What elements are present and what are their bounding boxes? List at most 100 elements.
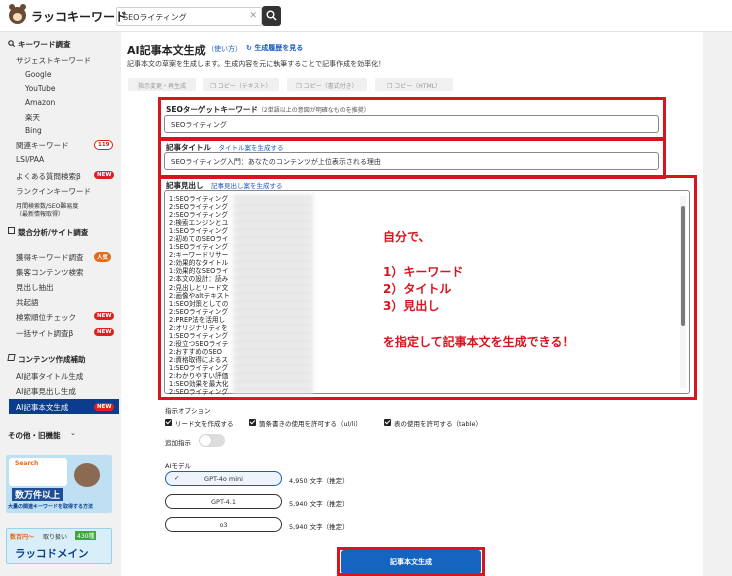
title-generate-link[interactable]: タイトル案を生成する xyxy=(219,144,284,152)
table-checkbox[interactable] xyxy=(384,419,391,426)
heading-line: 1:SEOライティング xyxy=(169,331,228,340)
section-other[interactable]: その他・旧機能 xyxy=(8,430,61,441)
page-margin xyxy=(703,32,732,576)
copy-html-button[interactable]: ❐ コピー（HTML） xyxy=(375,78,453,91)
annotation-heading: 3）見出し xyxy=(383,299,440,313)
sidebar-item-bulk[interactable]: 一括サイト調査β xyxy=(16,328,73,339)
heading-line: 2:おすすめのSEO xyxy=(169,347,222,356)
lead-checkbox[interactable] xyxy=(165,419,172,426)
sidebar-item-ai-heading[interactable]: AI記事見出し生成 xyxy=(16,386,76,397)
section-keyword-research: キーワード調査 xyxy=(18,40,71,49)
sidebar-item-amazon[interactable]: Amazon xyxy=(25,98,55,107)
sidebar-item-traffic[interactable]: 集客コンテンツ検索 xyxy=(16,267,84,278)
check-icon: ✓ xyxy=(174,474,180,482)
chevron-down-icon[interactable]: ⌄ xyxy=(70,429,76,437)
sidebar-item-google[interactable]: Google xyxy=(25,70,51,79)
sidebar-item-heading-extract[interactable]: 見出し抽出 xyxy=(16,282,54,293)
rakko-logo-icon[interactable] xyxy=(9,4,26,24)
heading-line: 1:SEOライティング xyxy=(169,243,228,252)
sidebar-item-bing[interactable]: Bing xyxy=(25,126,42,135)
banner-search-text: Search xyxy=(15,460,39,467)
model-gpt41[interactable]: GPT-4.1 xyxy=(165,494,282,509)
scrollbar-thumb[interactable] xyxy=(681,206,685,326)
regenerate-button[interactable]: 指示変更・再生成 xyxy=(128,78,196,91)
heading-line: 1:SEO効果を最大化 xyxy=(169,380,229,389)
sidebar-item-related[interactable]: 関連キーワード xyxy=(16,140,69,151)
keyword-label: SEOターゲットキーワード（2単語以上の意図が明確なものを推奨） xyxy=(166,105,370,114)
heading-line: 2:効果的なタイトル xyxy=(169,259,229,268)
annotation-title: 2）タイトル xyxy=(383,282,452,296)
sidebar-item-ai-body-label: AI記事本文生成 xyxy=(16,403,69,412)
popular-badge: 人気 xyxy=(94,252,112,262)
heading-lines: 1:SEOライティング 2:SEOライティング 2:SEOライティング 2:検索エンジ… xyxy=(169,195,233,396)
page-title: AI記事本文生成 xyxy=(127,44,206,57)
related-count-badge: 119 xyxy=(94,140,114,150)
banner-caption: 大量の関連キーワードを取得する方法 xyxy=(8,504,94,510)
extra-toggle[interactable] xyxy=(199,434,225,447)
heading-line: 2:初めてのSEOライ xyxy=(169,235,229,244)
generate-button[interactable]: 記事本文生成 xyxy=(341,550,481,574)
copy-text-button[interactable]: ❐ コピー（テキスト） xyxy=(203,78,279,91)
new-badge: NEW xyxy=(94,312,115,320)
heading-line: 2:わかりやすい評価 xyxy=(169,372,229,381)
new-badge: NEW xyxy=(94,328,115,336)
usage-link[interactable]: （使い方） xyxy=(207,44,242,54)
blurred-text xyxy=(233,195,313,395)
heading-line: 2:SEOライティング xyxy=(169,211,228,220)
scrollbar[interactable] xyxy=(680,196,686,388)
annotation-line2: を指定して記事本文を生成できる！ xyxy=(383,335,575,349)
heading-line: 2:SEOライティング xyxy=(169,203,228,212)
sidebar-item-youtube[interactable]: YouTube xyxy=(25,84,56,93)
sidebar-item-cooccur[interactable]: 共起語 xyxy=(16,297,39,308)
sidebar-item-rank-check[interactable]: 検索順位チェック xyxy=(16,312,76,323)
section-competitor: 競合分析/サイト調査 xyxy=(18,228,89,237)
heading-line: 1:SEOライティング xyxy=(169,195,228,203)
sidebar-item-faq[interactable]: よくある質問検索β xyxy=(16,171,81,182)
sidebar-item-monthly-sub[interactable]: （最新情報取得） xyxy=(16,209,64,218)
search-icon xyxy=(266,10,277,21)
new-badge: NEW xyxy=(94,403,115,411)
list-checkbox[interactable] xyxy=(249,419,256,426)
sidebar-item-acquired[interactable]: 獲得キーワード調査 xyxy=(16,252,84,263)
clear-icon[interactable]: ✕ xyxy=(249,11,257,21)
heading-generate-link[interactable]: 記事見出し案を生成する xyxy=(211,182,283,190)
heading-line: 2:見出しとリード文 xyxy=(169,283,229,292)
annotation-line1: 自分で、 xyxy=(383,230,431,244)
heading-line: 2:SEOライティング xyxy=(169,388,228,397)
banner-handling: 取り扱い xyxy=(43,534,68,541)
banner-price: 数百円〜 xyxy=(10,534,35,541)
sidebar-item-rankin[interactable]: ランクインキーワード xyxy=(16,186,91,197)
model-count: 4,950 文字（推定） xyxy=(289,477,349,485)
title-input[interactable]: SEOライティング入門：あなたのコンテンツが上位表示される理由 xyxy=(164,152,659,170)
heading-line: 2:オリジナリティを xyxy=(169,323,228,332)
analysis-icon xyxy=(8,227,15,234)
table-label: 表の使用を許可する（table） xyxy=(394,420,482,428)
ai-model-label: AIモデル xyxy=(165,462,191,470)
heading-line: 2:役立つSEOライテ xyxy=(169,339,229,348)
sidebar-item-suggest[interactable]: サジェストキーワード xyxy=(16,55,91,66)
heading-line: 1:SEO対策としての xyxy=(169,299,229,308)
banner-domain[interactable]: 数百円〜 取り扱い 430種 ラッコドメイン xyxy=(6,528,112,564)
model-gpt4o-mini[interactable]: ✓ GPT-4o mini xyxy=(165,471,282,486)
heading-line: 2:SEOライティング xyxy=(169,307,228,316)
search-input[interactable]: SEOライティング ✕ xyxy=(116,7,262,26)
search-button[interactable] xyxy=(262,6,281,26)
heading-line: 2:本文の設計：読み xyxy=(169,275,229,284)
sidebar-item-lsi[interactable]: LSI/PAA xyxy=(16,155,44,164)
history-link[interactable]: ↻ 生成履歴を見る xyxy=(246,43,303,53)
heading-line: 2:資格取得によるス xyxy=(169,355,228,364)
edit-icon xyxy=(7,354,16,361)
banner-domain-title: ラッコドメイン xyxy=(15,548,89,560)
sidebar-item-ai-title[interactable]: AI記事タイトル生成 xyxy=(16,371,83,382)
new-badge: NEW xyxy=(94,171,115,179)
logo-text[interactable]: ラッコキーワード xyxy=(31,8,127,25)
banner-keywords[interactable]: Search 数万件以上 大量の関連キーワードを取得する方法 xyxy=(6,455,112,513)
heading-line: 2:画像やaltテキスト xyxy=(169,291,230,300)
sidebar-item-rakuten[interactable]: 楽天 xyxy=(25,112,40,123)
keyword-input[interactable]: SEOライティング xyxy=(164,115,659,133)
model-count: 5,940 文字（推定） xyxy=(289,500,349,508)
model-o3[interactable]: o3 xyxy=(165,517,282,532)
copy-formatted-button[interactable]: ❐ コピー（書式付き） xyxy=(287,78,367,91)
copy-icon: ❐ xyxy=(210,83,218,90)
list-label: 箇条書きの使用を許可する（ul/li） xyxy=(259,420,362,428)
